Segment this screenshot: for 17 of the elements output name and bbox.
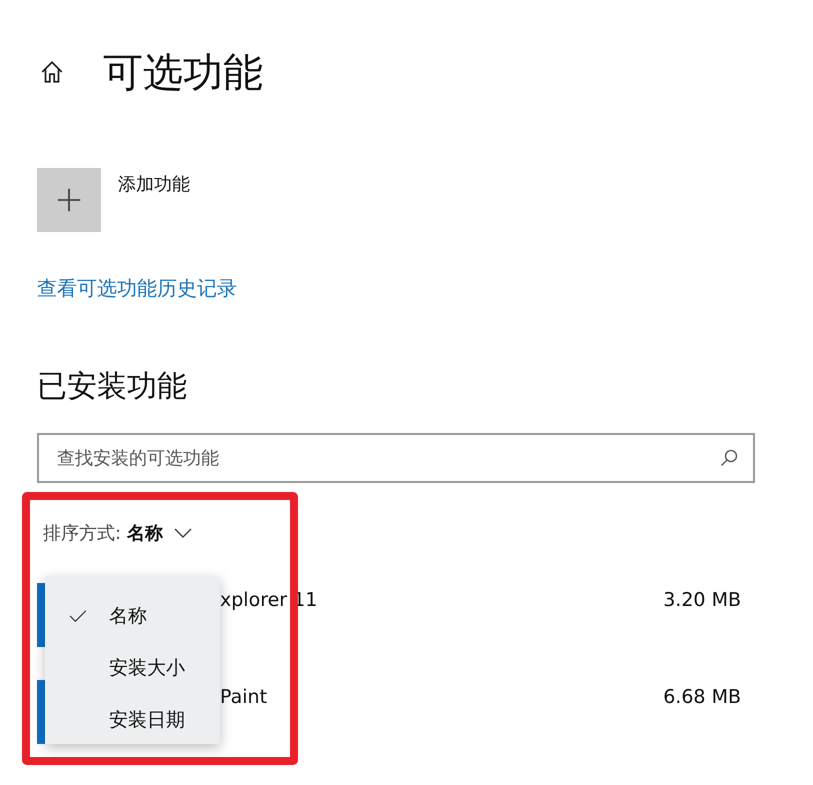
plus-icon <box>55 186 83 214</box>
sort-menu-item[interactable]: 名称 <box>45 590 220 642</box>
feature-size: 6.68 MB <box>663 686 741 708</box>
feature-name[interactable]: Paint <box>220 686 268 708</box>
search-field[interactable]: 查找安装的可选功能 <box>37 433 755 483</box>
add-feature-button[interactable] <box>37 168 101 232</box>
section-heading: 已安装功能 <box>37 368 188 406</box>
add-feature-label[interactable]: 添加功能 <box>118 172 190 196</box>
history-link[interactable]: 查看可选功能历史记录 <box>37 275 237 302</box>
feature-size: 3.20 MB <box>663 589 741 611</box>
chevron-down-icon[interactable] <box>172 527 193 539</box>
page-title: 可选功能 <box>103 48 263 98</box>
home-icon[interactable] <box>39 59 65 85</box>
sort-menu-item[interactable]: 安装日期 <box>45 694 220 746</box>
sort-dropdown[interactable]: 排序方式: 名称 <box>43 521 163 545</box>
search-icon[interactable] <box>719 448 739 468</box>
sort-menu-item[interactable]: 安装大小 <box>45 642 220 694</box>
